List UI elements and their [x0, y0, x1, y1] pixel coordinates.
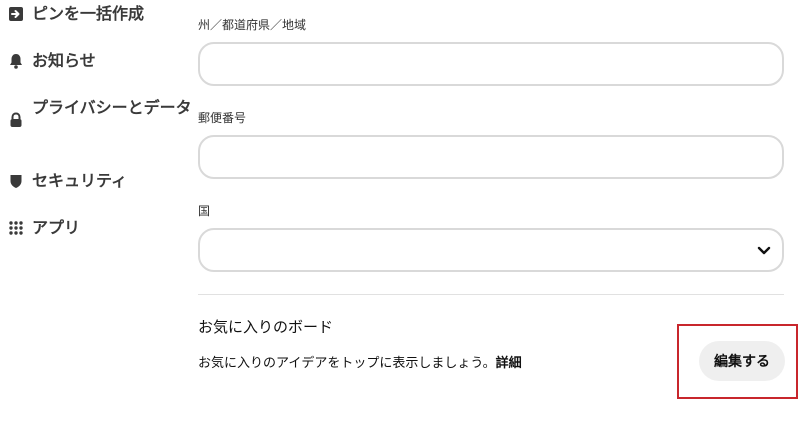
section-divider	[198, 294, 784, 295]
sidebar-item-privacy-data[interactable]: プライバシーとデータ	[8, 96, 192, 128]
apps-grid-icon	[8, 220, 24, 236]
shield-icon	[8, 173, 24, 189]
edit-favorite-boards-button[interactable]: 編集する	[699, 341, 785, 381]
favorite-boards-description: お気に入りのアイデアをトップに表示しましょう。詳細	[198, 352, 522, 371]
sidebar-item-label: プライバシーとデータ	[32, 98, 192, 117]
sidebar-item-label: アプリ	[32, 218, 81, 237]
import-arrow-icon	[8, 6, 24, 22]
sidebar-item-label: ピンを一括作成	[32, 4, 145, 23]
state-field[interactable]	[198, 42, 784, 86]
learn-more-link[interactable]: 詳細	[496, 356, 522, 371]
sidebar-item-apps[interactable]: アプリ	[8, 217, 80, 239]
sidebar-item-label: セキュリティ	[32, 171, 128, 190]
postal-code-field-label: 郵便番号	[198, 111, 247, 125]
sidebar-item-security[interactable]: セキュリティ	[8, 170, 127, 192]
settings-page: ピンを一括作成 お知らせ プライバシーとデータ セキュリティ アプリ 州／都道府…	[0, 0, 800, 423]
favorite-boards-title: お気に入りのボード	[198, 318, 334, 336]
postal-code-field[interactable]	[198, 135, 784, 179]
country-select[interactable]	[198, 228, 784, 272]
sidebar-item-bulk-create-pins[interactable]: ピンを一括作成	[8, 3, 144, 25]
bell-icon	[8, 53, 24, 69]
lock-icon	[8, 112, 24, 128]
sidebar-item-notifications[interactable]: お知らせ	[8, 50, 96, 72]
chevron-down-icon	[756, 242, 772, 258]
state-field-label: 州／都道府県／地域	[198, 18, 307, 32]
favorite-boards-description-text: お気に入りのアイデアをトップに表示しましょう。	[198, 356, 496, 371]
sidebar-item-label: お知らせ	[32, 51, 96, 70]
country-field-label: 国	[198, 204, 211, 218]
